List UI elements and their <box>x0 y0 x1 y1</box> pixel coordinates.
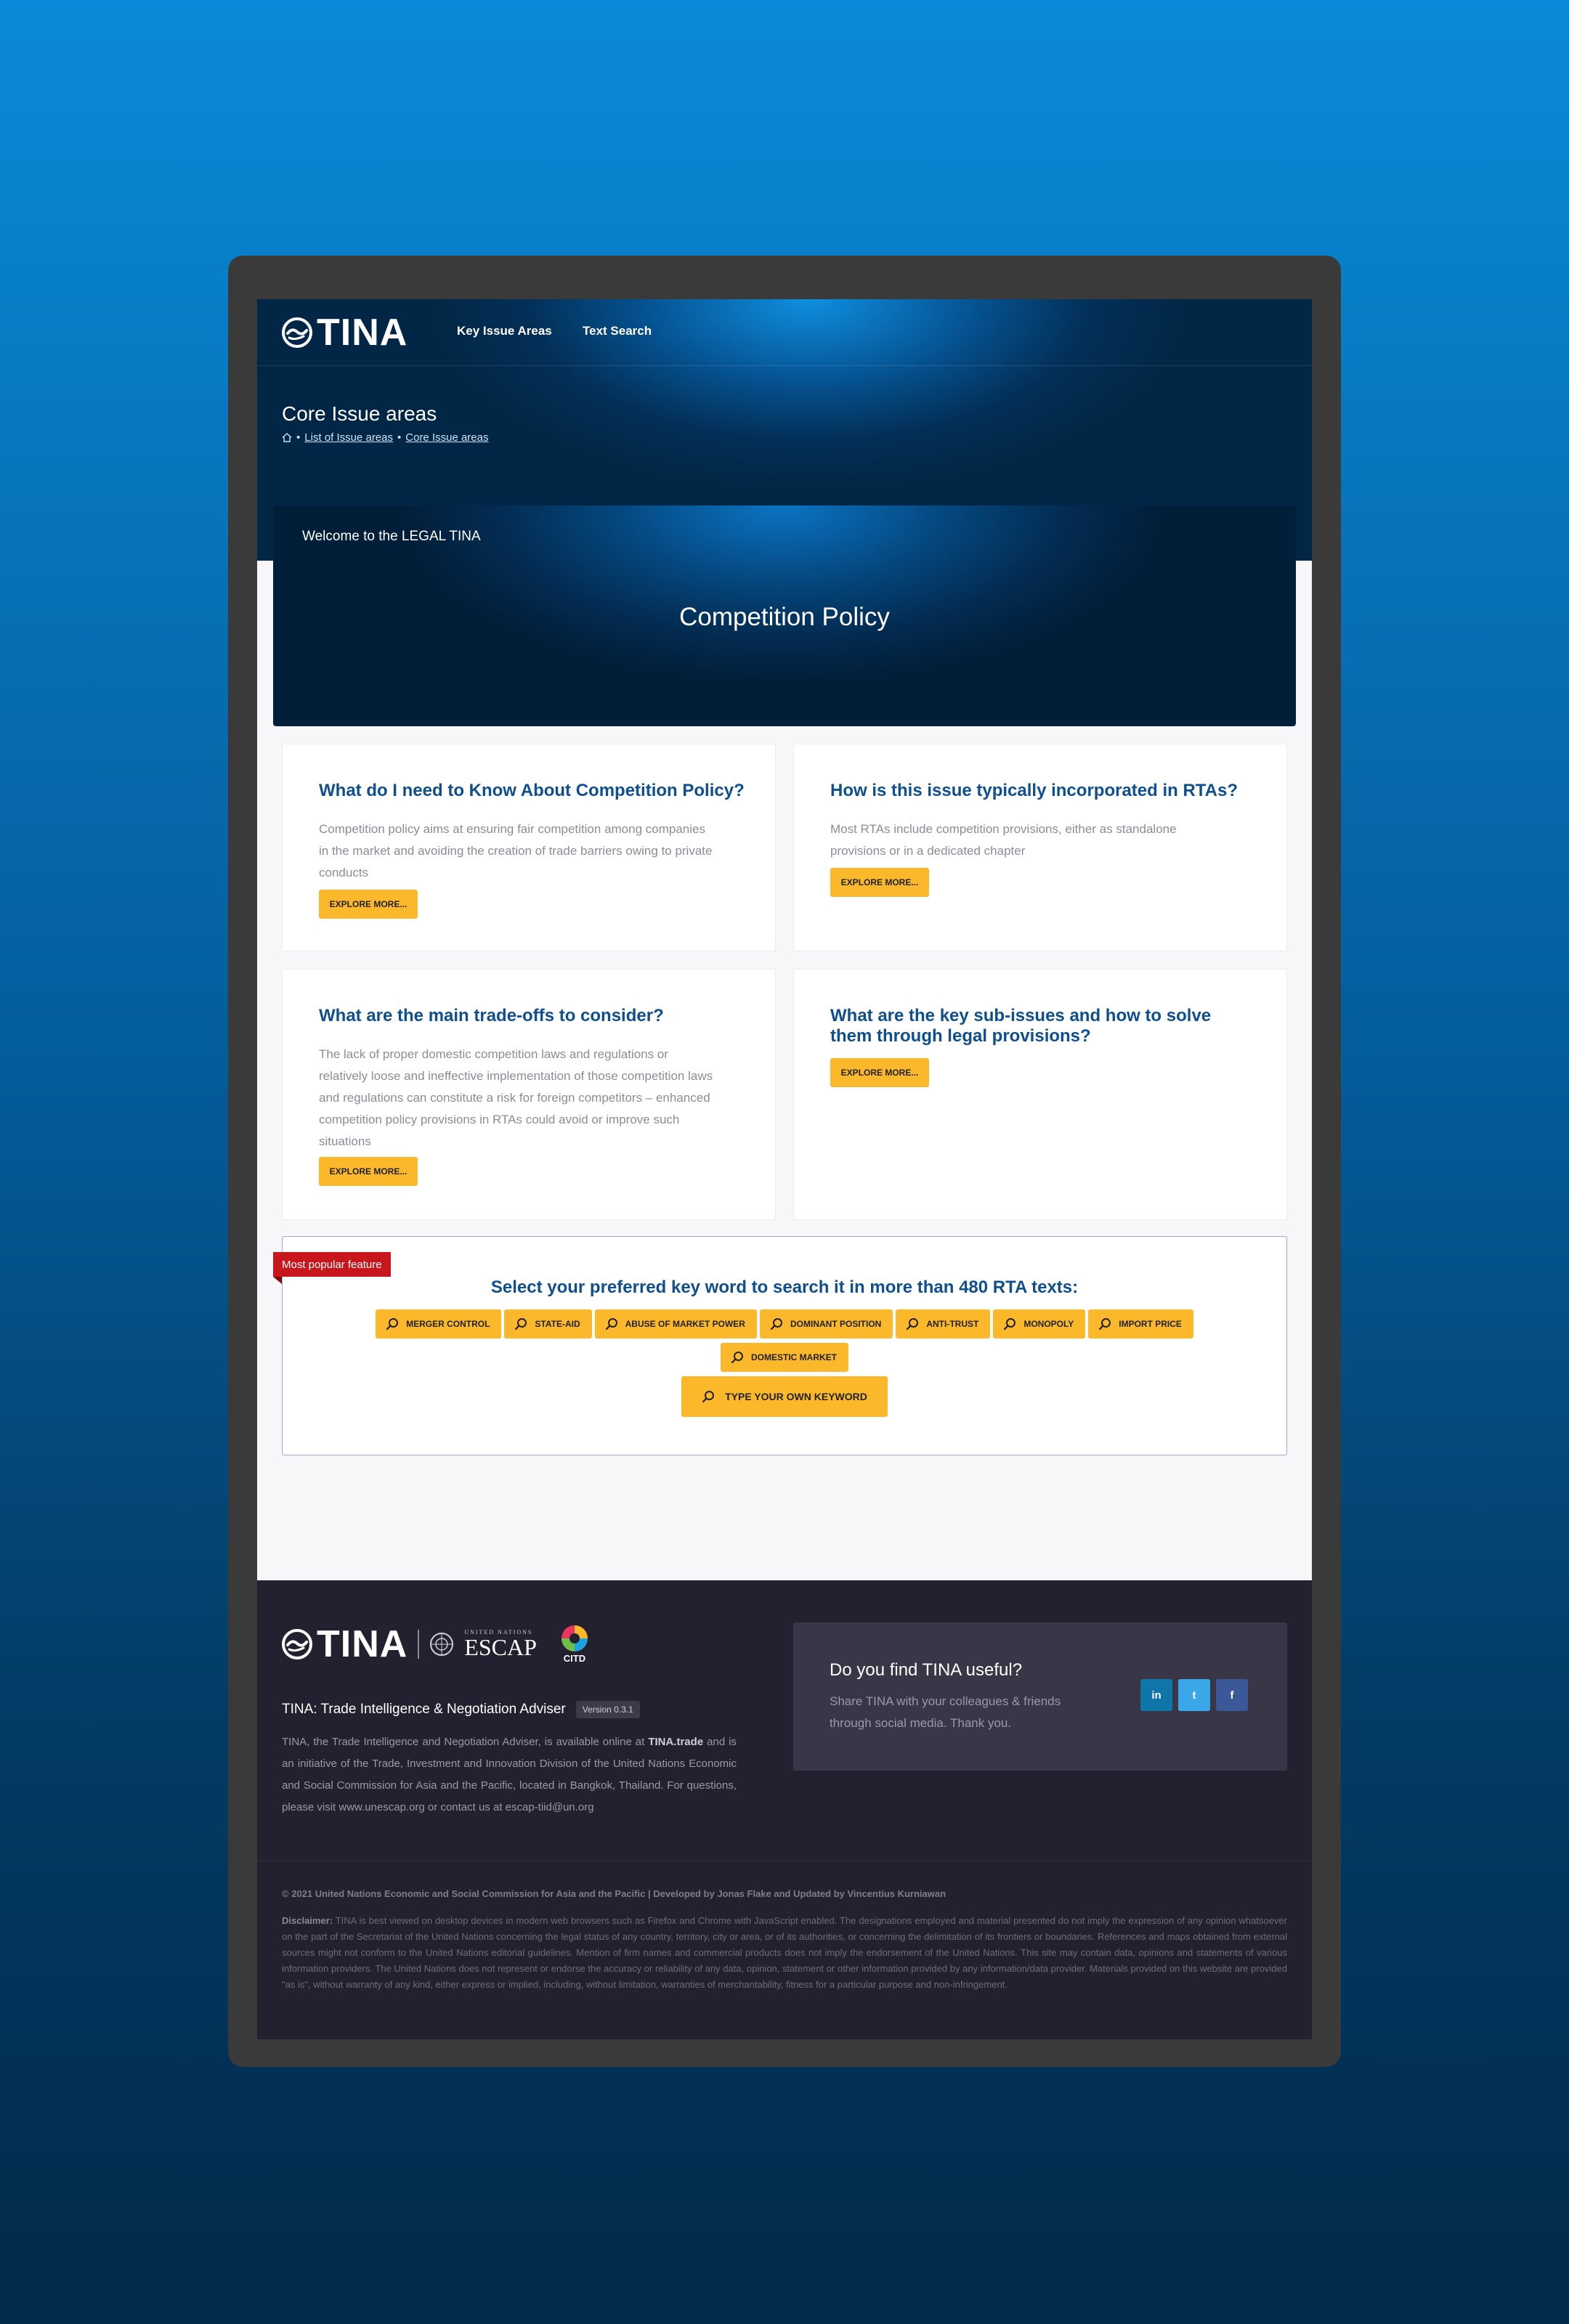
footer-logo-wordmark: TINA <box>317 1622 408 1665</box>
explore-more-button[interactable]: EXPLORE MORE... <box>319 890 418 919</box>
custom-keyword-row: TYPE YOUR OWN KEYWORD <box>283 1376 1286 1417</box>
keyword-chip-label: ABUSE OF MARKET POWER <box>625 1319 745 1329</box>
tina-logo[interactable]: TINA <box>282 312 408 354</box>
explore-more-button[interactable]: EXPLORE MORE... <box>830 868 929 897</box>
handshake-globe-icon <box>282 317 312 348</box>
disclaimer: Disclaimer: TINA is best viewed on deskt… <box>282 1913 1287 1993</box>
keyword-search-panel: Select your preferred key word to search… <box>282 1236 1287 1455</box>
breadcrumb: • List of Issue areas • Core Issue areas <box>282 431 489 444</box>
share-title: Do you find TINA useful? <box>830 1660 1023 1680</box>
keyword-chip[interactable]: MERGER CONTROL <box>376 1309 502 1338</box>
footer-tagline-text: TINA: Trade Intelligence & Negotiation A… <box>282 1702 566 1717</box>
keyword-chip-label: DOMINANT POSITION <box>790 1319 882 1329</box>
version-badge: Version 0.3.1 <box>575 1701 640 1718</box>
card-title: What do I need to Know About Competition… <box>319 781 745 800</box>
twitter-icon: t <box>1192 1689 1196 1702</box>
twitter-share-button[interactable]: t <box>1178 1679 1210 1711</box>
most-popular-ribbon: Most popular feature <box>273 1252 391 1277</box>
info-card: What are the key sub-issues and how to s… <box>793 969 1287 1220</box>
keyword-chip[interactable]: IMPORT PRICE <box>1088 1309 1193 1338</box>
card-body: Most RTAs include competition provisions… <box>830 822 1177 858</box>
topic-banner: Welcome to the LEGAL TINA Competition Po… <box>273 505 1296 726</box>
logo-wordmark: TINA <box>317 312 408 354</box>
nav-link-text-search[interactable]: Text Search <box>583 324 652 338</box>
keyword-search-title: Select your preferred key word to search… <box>490 1277 1079 1297</box>
footer-about-text: TINA, the Trade Intelligence and Negotia… <box>282 1736 649 1748</box>
keyword-chip-label: IMPORT PRICE <box>1119 1319 1182 1329</box>
card-body: Competition policy aims at ensuring fair… <box>319 822 713 879</box>
linkedin-share-button[interactable]: in <box>1140 1679 1172 1711</box>
citd-logo-word: CITD <box>563 1653 586 1664</box>
tina-trade-link[interactable]: TINA.trade <box>648 1736 703 1748</box>
card-title: What are the key sub-issues and how to s… <box>830 1006 1212 1046</box>
info-card: How is this issue typically incorporated… <box>793 744 1287 951</box>
disclaimer-text: TINA is best viewed on desktop devices i… <box>282 1915 1287 1990</box>
keyword-chip[interactable]: ANTI-TRUST <box>896 1309 991 1338</box>
keyword-chip[interactable]: MONOPOLY <box>993 1309 1086 1338</box>
info-card: What do I need to Know About Competition… <box>282 744 776 951</box>
card-body: The lack of proper domestic competition … <box>319 1047 713 1148</box>
un-emblem-icon <box>430 1632 454 1656</box>
search-icon <box>907 1318 919 1330</box>
logo-divider <box>418 1629 420 1659</box>
copyright-text: © 2021 United Nations Economic and Socia… <box>282 1888 946 1899</box>
search-icon <box>386 1318 399 1330</box>
breadcrumb-list-of-issue-areas[interactable]: List of Issue areas <box>304 431 393 444</box>
search-icon <box>1099 1318 1111 1330</box>
footer-tina-logo[interactable]: TINA <box>282 1622 408 1665</box>
footer-logos: TINA UNITED NATIONS ESCAP CITD <box>282 1624 589 1664</box>
keyword-chip-label: MONOPOLY <box>1023 1319 1074 1329</box>
facebook-icon: f <box>1230 1689 1234 1702</box>
site-footer: TINA UNITED NATIONS ESCAP CITD TINA: Tra… <box>257 1580 1312 2039</box>
browser-viewport: TINA Key Issue Areas Text Search Core Is… <box>257 299 1312 2039</box>
citd-aperture-icon <box>561 1625 588 1651</box>
search-icon <box>770 1318 782 1330</box>
banner-headline: Competition Policy <box>679 603 890 631</box>
keyword-chip[interactable]: DOMESTIC MARKET <box>721 1343 848 1372</box>
breadcrumb-separator: • <box>296 431 301 444</box>
facebook-share-button[interactable]: f <box>1216 1679 1248 1711</box>
ribbon-fold <box>273 1277 282 1284</box>
keyword-chip-row: MERGER CONTROL STATE-AID ABUSE OF MARKET P… <box>283 1309 1286 1338</box>
keyword-chip-label: STATE-AID <box>535 1319 580 1329</box>
keyword-chip[interactable]: DOMINANT POSITION <box>759 1309 893 1338</box>
type-own-keyword-label: TYPE YOUR OWN KEYWORD <box>725 1391 867 1402</box>
escap-logo-word: ESCAP <box>464 1633 537 1660</box>
nav-link-key-issue-areas[interactable]: Key Issue Areas <box>457 324 552 338</box>
search-icon <box>731 1352 743 1364</box>
keyword-chip[interactable]: STATE-AID <box>504 1309 592 1338</box>
banner-welcome: Welcome to the LEGAL TINA <box>302 529 481 544</box>
keyword-chip-label: DOMESTIC MARKET <box>751 1352 837 1362</box>
card-title: What are the main trade-offs to consider… <box>319 1006 664 1025</box>
keyword-chip-label: ANTI-TRUST <box>926 1319 979 1329</box>
footer-about: TINA, the Trade Intelligence and Negotia… <box>282 1731 737 1819</box>
home-icon[interactable] <box>282 433 292 442</box>
card-title: How is this issue typically incorporated… <box>830 781 1238 800</box>
search-icon <box>605 1318 617 1330</box>
share-text: Share TINA with your colleagues & friend… <box>830 1694 1061 1730</box>
breadcrumb-separator: • <box>397 431 402 444</box>
explore-more-button[interactable]: EXPLORE MORE... <box>830 1058 929 1087</box>
breadcrumb-core-issue-areas[interactable]: Core Issue areas <box>405 431 488 444</box>
linkedin-icon: in <box>1151 1689 1161 1702</box>
type-own-keyword-button[interactable]: TYPE YOUR OWN KEYWORD <box>681 1376 888 1417</box>
top-navigation: TINA Key Issue Areas Text Search <box>257 299 1312 366</box>
explore-more-button[interactable]: EXPLORE MORE... <box>319 1157 418 1186</box>
keyword-chip-row: DOMESTIC MARKET <box>283 1343 1286 1372</box>
disclaimer-label: Disclaimer: <box>282 1915 333 1926</box>
page-title: Core Issue areas <box>282 402 437 425</box>
keyword-chip[interactable]: ABUSE OF MARKET POWER <box>594 1309 757 1338</box>
search-icon <box>515 1318 527 1330</box>
escap-logo: UNITED NATIONS ESCAP <box>464 1629 537 1660</box>
search-icon <box>702 1391 715 1403</box>
handshake-globe-icon <box>282 1628 312 1659</box>
keyword-chip-label: MERGER CONTROL <box>406 1319 490 1329</box>
share-panel: Do you find TINA useful? Share TINA with… <box>793 1622 1287 1771</box>
search-icon <box>1004 1318 1016 1330</box>
citd-logo: CITD <box>560 1624 589 1664</box>
info-card: What are the main trade-offs to consider… <box>282 969 776 1220</box>
footer-tagline: TINA: Trade Intelligence & Negotiation A… <box>282 1701 640 1718</box>
